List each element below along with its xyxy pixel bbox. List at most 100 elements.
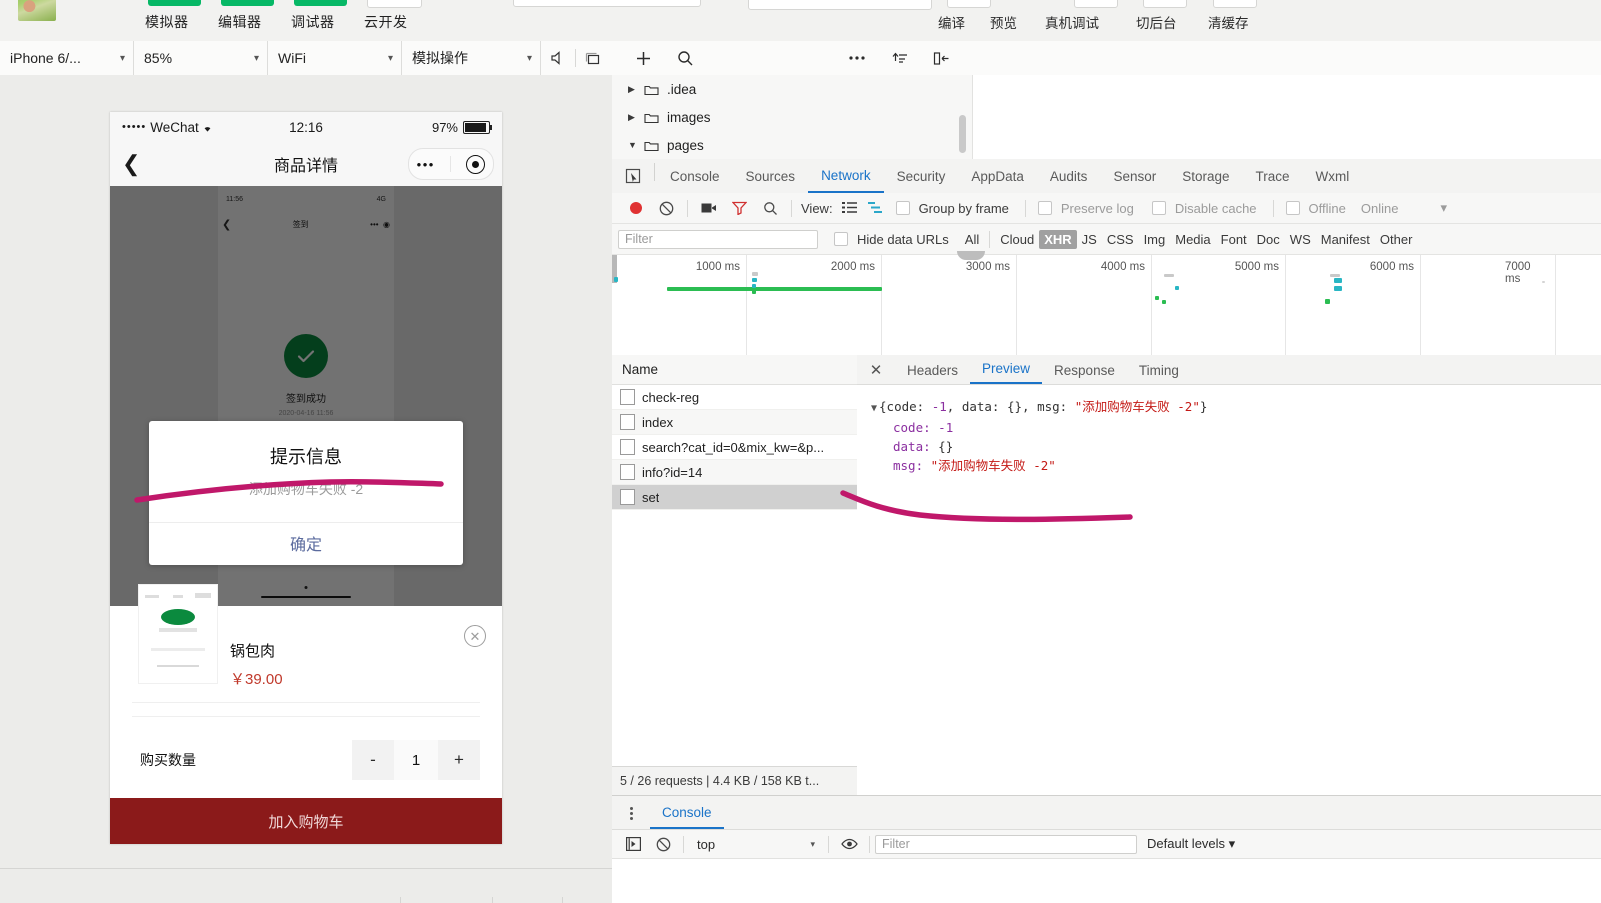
toolbar-button-real-device-debug[interactable]: 真机调试 <box>1045 12 1099 32</box>
request-row-check-reg[interactable]: check-reg <box>612 385 857 410</box>
type-filter-manifest[interactable]: Manifest <box>1316 230 1375 249</box>
toolbar-button-extra-1[interactable] <box>947 0 991 8</box>
collapse-panel-icon[interactable] <box>920 41 962 75</box>
chevron-right-icon[interactable]: ▶ <box>628 84 644 95</box>
detail-tab-timing[interactable]: Timing <box>1127 356 1191 384</box>
type-filter-css[interactable]: CSS <box>1102 230 1139 249</box>
zoom-select[interactable]: 85% ▾ <box>134 41 268 75</box>
toolbar-label-simulator[interactable]: 模拟器 <box>145 12 189 32</box>
console-filter-input[interactable]: Filter <box>875 834 1137 854</box>
toolbar-button-extra-4[interactable] <box>1213 0 1257 8</box>
request-row-index[interactable]: index <box>612 410 857 435</box>
tab-sensor[interactable]: Sensor <box>1100 160 1169 193</box>
hide-data-urls-option[interactable]: Hide data URLs <box>834 232 953 247</box>
tab-wxml[interactable]: Wxml <box>1303 160 1363 193</box>
group-by-frame-option[interactable]: Group by frame <box>895 201 1013 216</box>
close-icon[interactable]: ✕ <box>464 625 486 647</box>
tab-security[interactable]: Security <box>884 160 959 193</box>
waterfall-view-icon[interactable] <box>863 193 889 224</box>
timeline-drag-handle[interactable] <box>957 251 985 260</box>
type-filter-other[interactable]: Other <box>1375 230 1418 249</box>
type-filter-xhr[interactable]: XHR <box>1039 229 1077 249</box>
inspect-element-icon[interactable] <box>612 160 654 193</box>
tab-network[interactable]: Network <box>808 160 884 193</box>
type-filter-js[interactable]: JS <box>1077 230 1102 249</box>
filter-icon[interactable] <box>724 193 755 224</box>
console-context-select[interactable]: top ▾ <box>689 837 823 852</box>
clear-console-icon[interactable] <box>648 830 678 858</box>
add-to-cart-button[interactable]: 加入购物车 <box>110 798 502 844</box>
network-timeline[interactable]: 1000 ms 2000 ms 3000 ms 4000 ms 5000 ms … <box>612 251 1601 356</box>
more-options-icon[interactable] <box>612 797 650 829</box>
network-filter-input[interactable]: Filter <box>618 229 818 249</box>
toolbar-button-extra-3[interactable] <box>1143 0 1187 8</box>
wechat-capsule[interactable]: ••• <box>408 148 494 180</box>
type-filter-font[interactable]: Font <box>1216 230 1252 249</box>
console-log-levels-select[interactable]: Default levels ▾ <box>1147 836 1235 852</box>
tab-sources[interactable]: Sources <box>733 160 809 193</box>
quantity-value[interactable]: 1 <box>394 740 438 780</box>
tab-appdata[interactable]: AppData <box>958 160 1037 193</box>
drawer-tab-console[interactable]: Console <box>650 797 724 829</box>
chevron-right-icon[interactable]: ▶ <box>628 112 644 123</box>
request-row-info[interactable]: info?id=14 <box>612 460 857 485</box>
preserve-log-checkbox[interactable] <box>1037 201 1052 215</box>
chevron-down-icon[interactable]: ▼ <box>871 403 877 414</box>
more-icon[interactable]: ••• <box>417 157 435 172</box>
type-filter-img[interactable]: Img <box>1139 230 1171 249</box>
toolbar-button-clear-cache[interactable]: 清缓存 <box>1208 12 1249 32</box>
toolbar-button-background[interactable]: 切后台 <box>1136 12 1177 32</box>
toolbar-button-editor-icon[interactable] <box>221 0 274 6</box>
disable-cache-checkbox[interactable] <box>1151 201 1166 215</box>
group-by-frame-checkbox[interactable] <box>895 201 910 215</box>
tab-audits[interactable]: Audits <box>1037 160 1101 193</box>
request-row-search[interactable]: search?cat_id=0&mix_kw=&p... <box>612 435 857 460</box>
more-icon[interactable] <box>836 41 878 75</box>
quantity-stepper[interactable]: - 1 + <box>352 740 480 780</box>
quantity-minus-button[interactable]: - <box>352 740 394 780</box>
json-summary-row[interactable]: ▼ {code: -1, data: {}, msg: "添加购物车失败 -2"} <box>871 397 1601 418</box>
detail-tab-response[interactable]: Response <box>1042 356 1127 384</box>
capture-screenshots-icon[interactable] <box>693 193 724 224</box>
offline-option[interactable]: Offline <box>1285 201 1350 216</box>
file-tree-scrollbar[interactable] <box>959 115 966 153</box>
close-target-icon[interactable] <box>466 154 486 174</box>
close-icon[interactable]: ✕ <box>857 356 895 384</box>
type-filter-doc[interactable]: Doc <box>1252 230 1285 249</box>
rotate-icon[interactable] <box>576 41 610 75</box>
toolbar-button-compile[interactable]: 编译 <box>938 12 965 32</box>
offline-checkbox[interactable] <box>1285 201 1300 215</box>
device-select[interactable]: iPhone 6/... ▾ <box>0 41 134 75</box>
toolbar-button-extra-2[interactable] <box>1074 0 1118 8</box>
toolbar-button-debugger-icon[interactable] <box>294 0 347 6</box>
request-row-set[interactable]: set <box>612 485 857 510</box>
clear-icon[interactable] <box>651 193 682 224</box>
volume-icon[interactable] <box>541 41 575 75</box>
plus-icon[interactable] <box>622 41 664 75</box>
throttling-caret-icon[interactable]: ▾ <box>1440 200 1447 216</box>
hide-data-urls-checkbox[interactable] <box>834 232 848 246</box>
type-filter-all[interactable]: All <box>960 230 984 249</box>
detail-tab-headers[interactable]: Headers <box>895 356 970 384</box>
search-icon[interactable] <box>664 41 706 75</box>
type-filter-media[interactable]: Media <box>1170 230 1215 249</box>
toolbar-search-field-2[interactable] <box>748 0 932 10</box>
sort-icon[interactable] <box>878 41 920 75</box>
execute-icon[interactable] <box>618 830 648 858</box>
eye-icon[interactable] <box>834 830 864 858</box>
toolbar-button-simulator-icon[interactable] <box>148 0 201 6</box>
tab-trace[interactable]: Trace <box>1243 160 1303 193</box>
request-column-header[interactable]: Name <box>612 355 857 385</box>
quantity-plus-button[interactable]: + <box>438 740 480 780</box>
toolbar-label-editor[interactable]: 编辑器 <box>218 12 262 32</box>
toolbar-button-preview[interactable]: 预览 <box>990 12 1017 32</box>
dialog-confirm-button[interactable]: 确定 <box>149 531 463 555</box>
preserve-log-option[interactable]: Preserve log <box>1037 201 1138 216</box>
search-icon[interactable] <box>755 193 786 224</box>
record-button[interactable] <box>620 193 651 224</box>
toolbar-search-field-1[interactable] <box>513 0 701 7</box>
disable-cache-option[interactable]: Disable cache <box>1151 201 1261 216</box>
detail-tab-preview[interactable]: Preview <box>970 354 1043 384</box>
toolbar-button-cloud-icon[interactable] <box>367 0 422 8</box>
chevron-down-icon[interactable]: ▼ <box>628 140 644 150</box>
